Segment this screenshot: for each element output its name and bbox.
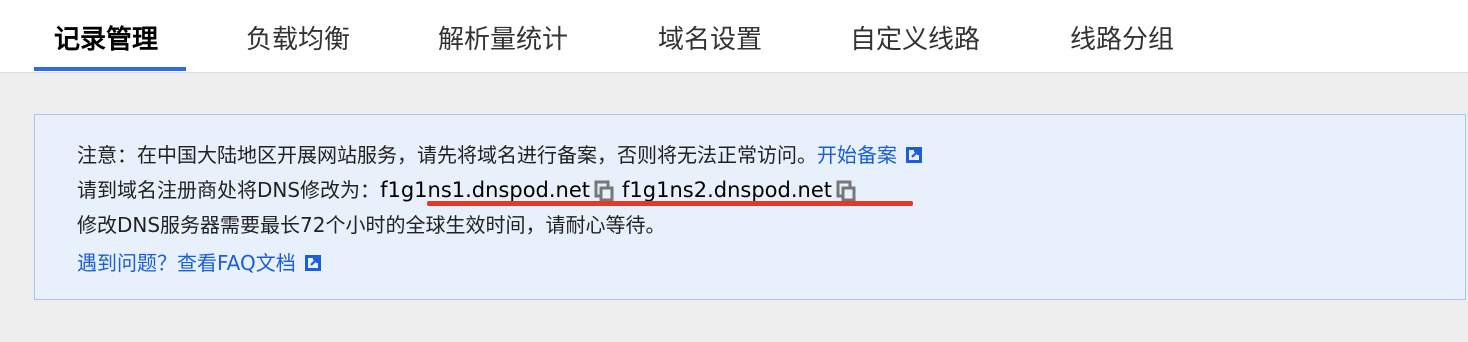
tab-load-balancing[interactable]: 负载均衡 [246, 18, 350, 72]
external-link-icon[interactable] [304, 251, 322, 271]
tab-custom-lines[interactable]: 自定义线路 [850, 18, 980, 72]
copy-icon[interactable] [594, 180, 614, 202]
tab-resolution-stats[interactable]: 解析量统计 [438, 18, 568, 72]
notice-line-1: 注意：在中国大陆地区开展网站服务，请先将域名进行备案，否则将无法正常访问。开始备… [77, 141, 923, 169]
filing-notice-text: 注意：在中国大陆地区开展网站服务，请先将域名进行备案，否则将无法正常访问。 [77, 143, 817, 167]
nameserver-highlight-underline [427, 201, 913, 206]
notice-panel: 注意：在中国大陆地区开展网站服务，请先将域名进行备案，否则将无法正常访问。开始备… [34, 114, 1466, 300]
copy-icon[interactable] [836, 180, 856, 202]
external-link-icon[interactable] [905, 143, 923, 163]
notice-line-2: 请到域名注册商处将DNS修改为：f1g1ns1.dnspod.net f1g1ns… [77, 176, 864, 204]
nameserver-1: f1g1ns1.dnspod.net [380, 178, 591, 202]
dns-change-instruction: 请到域名注册商处将DNS修改为： [77, 178, 381, 202]
tab-record-management[interactable]: 记录管理 [54, 18, 158, 72]
tab-line-groups[interactable]: 线路分组 [1070, 18, 1174, 72]
start-filing-link[interactable]: 开始备案 [817, 143, 897, 167]
notice-line-3: 修改DNS服务器需要最长72个小时的全球生效时间，请耐心等待。 [77, 213, 666, 237]
tab-domain-settings[interactable]: 域名设置 [658, 18, 762, 72]
active-tab-indicator [34, 67, 186, 71]
notice-line-4: 遇到问题？查看FAQ文档 [77, 249, 322, 277]
tab-bar: 记录管理 负载均衡 解析量统计 域名设置 自定义线路 线路分组 [0, 0, 1468, 73]
faq-link[interactable]: 遇到问题？查看FAQ文档 [77, 251, 296, 275]
nameserver-2: f1g1ns2.dnspod.net [622, 178, 832, 202]
